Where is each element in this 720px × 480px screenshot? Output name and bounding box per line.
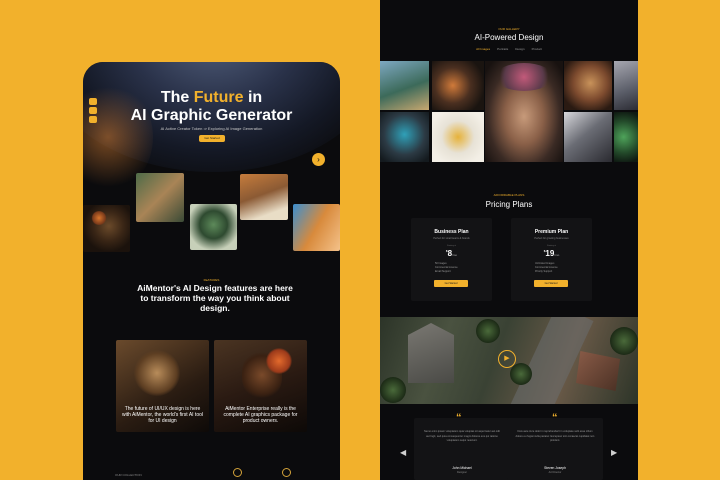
testimonial-role: Designer [456, 471, 467, 474]
hero-title: The Future in AI Graphic Generator [83, 89, 340, 125]
landing-preview-right: OUR GALLERY AI-Powered Design All Images… [380, 0, 638, 480]
hero-title-line2: AI Graphic Generator [130, 107, 293, 124]
collection-icon [233, 468, 242, 477]
plan-feature: Email Support [435, 270, 451, 273]
feature-card-caption: The future of UI/UX design is here with … [122, 406, 203, 424]
plan-price: $19/mo [511, 249, 592, 258]
gallery-thumb-astronaut[interactable] [136, 173, 184, 222]
tree-shape [510, 363, 532, 385]
plan-desc: Perfect for small teams & brands [433, 237, 470, 240]
hero-subtitle: AI Active Creator Token ⇒ Exploring AI I… [160, 126, 263, 131]
plan-name: Premium Plan [534, 229, 569, 235]
features-heading: AiMentor's AI Design features are here t… [137, 283, 293, 313]
feature-card-caption: AiMentor Enterprise really is the comple… [223, 406, 298, 424]
play-icon[interactable]: ▶ [498, 350, 516, 368]
gallery-label: OUR GALLERY [498, 27, 520, 31]
quote-icon: “ [456, 412, 462, 424]
plan-features: Unlimited Images Commercial License Prio… [535, 262, 558, 274]
gallery-image[interactable] [564, 61, 612, 110]
plan-features: 50 Images Commercial License Email Suppo… [435, 262, 458, 274]
hero-title-part1: The [160, 89, 194, 106]
hero-title-accent: Future [193, 89, 244, 106]
tree-shape [380, 377, 406, 403]
plan-feature: Priority Support [535, 270, 553, 273]
hero-cta-button[interactable]: Get Started [199, 135, 225, 142]
roof-shape [576, 351, 620, 391]
gallery-tabs: All Images Portraits Design Product [380, 47, 638, 51]
gallery-image[interactable] [614, 61, 638, 110]
gallery-image[interactable] [380, 61, 429, 110]
building-shape [408, 323, 454, 383]
pricing-label: AFFORDABLE PLANS [493, 193, 525, 197]
testimonial-name: Steven Joseph [544, 466, 566, 470]
testimonial-card: Nemo enim ipsam voluptatem quia voluptas… [414, 418, 510, 480]
aerial-video-banner[interactable]: ▶ [380, 317, 638, 404]
next-arrow-button[interactable]: › [312, 153, 325, 166]
testimonial-text: Nemo enim ipsam voluptatem quia voluptas… [424, 430, 500, 442]
arrow-left-icon[interactable]: ◀ [400, 448, 406, 457]
gallery-thumb-cat[interactable] [240, 174, 288, 220]
plan-cta-button[interactable]: Get Started [434, 280, 468, 287]
features-label: FEATURES [203, 278, 220, 282]
plan-period: /mo [452, 253, 458, 257]
tab-design[interactable]: Design [515, 47, 524, 51]
quote-icon: “ [552, 412, 558, 424]
landing-preview-left: The Future in AI Graphic Generator AI Ac… [83, 62, 340, 480]
plan-starting: Starting at [446, 245, 457, 247]
arrow-right-icon[interactable]: ▶ [611, 448, 617, 457]
testimonial-card: Duis aute irure dolor in reprehenderit i… [507, 418, 603, 480]
feature-card[interactable]: AiMentor Enterprise really is the comple… [214, 340, 307, 432]
pricing-title: Pricing Plans [485, 200, 533, 209]
gallery-image[interactable] [614, 112, 638, 162]
testimonial-role: Art Director [548, 471, 562, 474]
hero-title-part2: in [243, 89, 263, 106]
gallery-image[interactable] [380, 112, 429, 162]
plan-amount: 19 [545, 249, 555, 258]
gallery-image[interactable] [432, 61, 484, 110]
gallery-thumb-balloon[interactable] [190, 204, 237, 250]
feature-card[interactable]: The future of UI/UX design is here with … [116, 340, 209, 432]
plan-starting: Starting at [546, 245, 557, 247]
pricing-plan-business: Business Plan Perfect for small teams & … [411, 218, 492, 301]
gallery-image[interactable] [564, 112, 612, 162]
collection-label: OUR COLLECTION [115, 473, 142, 477]
collection-icon [282, 468, 291, 477]
pricing-plan-premium: Premium Plan Perfect for growing busines… [511, 218, 592, 301]
plan-period: /mo [554, 253, 560, 257]
gallery-image[interactable] [432, 112, 484, 162]
tab-portraits[interactable]: Portraits [497, 47, 508, 51]
tab-product[interactable]: Product [532, 47, 542, 51]
plan-price: $8/mo [411, 249, 492, 258]
plan-name: Business Plan [434, 229, 469, 235]
tree-shape [476, 319, 500, 343]
testimonial-name: John Michael [452, 466, 472, 470]
tree-shape [610, 327, 638, 355]
gallery-thumb-portrait[interactable] [83, 205, 130, 252]
tab-all-images[interactable]: All Images [476, 47, 490, 51]
gallery-image-girl-portrait[interactable] [485, 61, 563, 162]
gallery-title: AI-Powered Design [474, 33, 544, 42]
testimonial-text: Duis aute irure dolor in reprehenderit i… [515, 430, 595, 442]
gallery-thumb-kiss[interactable] [293, 204, 340, 251]
plan-desc: Perfect for growing businesses [534, 237, 569, 240]
plan-cta-button[interactable]: Get Started [534, 280, 568, 287]
